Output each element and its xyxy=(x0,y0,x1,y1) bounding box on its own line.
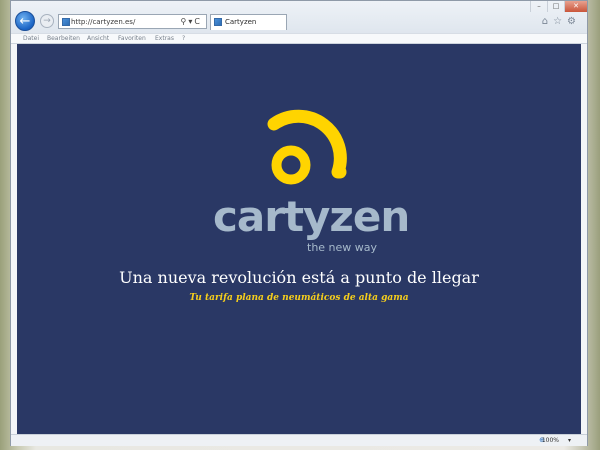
window-controls: – □ ✕ xyxy=(530,1,587,12)
maximize-button[interactable]: □ xyxy=(547,1,564,12)
page-content: cartyzen the new way Una nueva revolució… xyxy=(17,44,581,434)
tab-favicon-icon xyxy=(214,18,222,26)
menu-item-extras[interactable]: Extras xyxy=(155,34,174,44)
close-button[interactable]: ✕ xyxy=(564,1,587,12)
browser-toolbar: ← → http://cartyzen.es/ ⚲▾C Cartyzen – □… xyxy=(11,1,587,33)
minimize-button[interactable]: – xyxy=(530,1,547,12)
page-subheadline: Tu tarifa plana de neumáticos de alta ga… xyxy=(189,293,409,303)
forward-arrow-icon[interactable]: → xyxy=(40,14,54,28)
browser-window: ← → http://cartyzen.es/ ⚲▾C Cartyzen – □… xyxy=(10,0,588,446)
menu-item-datei[interactable]: Datei xyxy=(23,34,39,44)
zoom-level[interactable]: 100% xyxy=(542,436,559,445)
logo-wordmark: cartyzen xyxy=(213,192,410,241)
menu-bar: Datei Bearbeiten Ansicht Favoriten Extra… xyxy=(11,33,587,44)
search-refresh-icons[interactable]: ⚲▾C xyxy=(181,15,202,28)
menu-item-bearbeiten[interactable]: Bearbeiten xyxy=(47,34,80,44)
page-headline: Una nueva revolución está a punto de lle… xyxy=(119,268,479,287)
address-input[interactable]: http://cartyzen.es/ xyxy=(71,16,135,28)
back-arrow-icon[interactable]: ← xyxy=(15,11,35,31)
address-bar[interactable]: http://cartyzen.es/ ⚲▾C xyxy=(58,14,207,29)
zoom-dropdown-icon[interactable]: ▾ xyxy=(568,436,571,445)
menu-item-help[interactable]: ? xyxy=(182,34,185,44)
status-bar: ⊕ 100% ▾ xyxy=(11,434,587,446)
logo-tagline: the new way xyxy=(307,241,378,254)
tab-title: Cartyzen xyxy=(225,18,257,26)
tab-cartyzen[interactable]: Cartyzen xyxy=(210,14,287,30)
menu-item-ansicht[interactable]: Ansicht xyxy=(87,34,109,44)
page-favicon-icon xyxy=(62,18,70,26)
menu-item-favoriten[interactable]: Favoriten xyxy=(118,34,146,44)
home-star-gear-icons[interactable]: ⌂☆⚙ xyxy=(542,16,581,27)
